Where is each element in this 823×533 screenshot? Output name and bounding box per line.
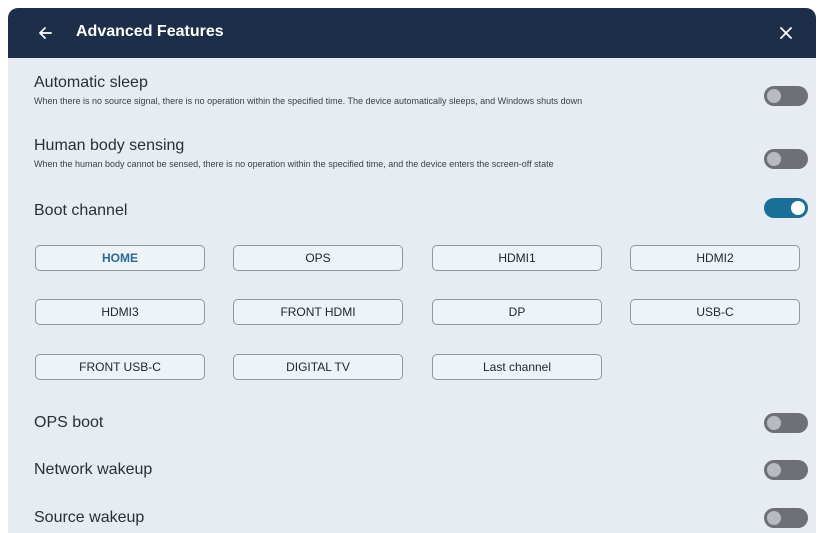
boot-channel-title: Boot channel (34, 202, 128, 219)
dialog-title: Advanced Features (76, 23, 224, 40)
toggle-knob (767, 511, 781, 525)
source-wakeup-title: Source wakeup (34, 509, 145, 526)
ops-boot-toggle[interactable] (764, 413, 808, 433)
boot-channel-toggle[interactable] (764, 198, 808, 218)
toggle-knob (767, 463, 781, 477)
channel-option-dp[interactable]: DP (432, 299, 602, 325)
automatic-sleep-title: Automatic sleep (34, 74, 148, 91)
human-body-sensing-title: Human body sensing (34, 137, 185, 154)
close-icon (780, 27, 792, 39)
channel-option-hdmi2[interactable]: HDMI2 (630, 245, 800, 271)
network-wakeup-toggle[interactable] (764, 460, 808, 480)
channel-option-front-usb-c[interactable]: FRONT USB-C (35, 354, 205, 380)
toggle-knob (767, 152, 781, 166)
channel-option-usb-c[interactable]: USB-C (630, 299, 800, 325)
arrow-left-icon (39, 27, 52, 39)
channel-option-ops[interactable]: OPS (233, 245, 403, 271)
back-button[interactable] (33, 21, 57, 45)
ops-boot-title: OPS boot (34, 414, 104, 431)
setting-network-wakeup: Network wakeup (8, 458, 816, 482)
channel-option-digital-tv[interactable]: DIGITAL TV (233, 354, 403, 380)
setting-automatic-sleep: Automatic sleep When there is no source … (8, 74, 816, 114)
automatic-sleep-toggle[interactable] (764, 86, 808, 106)
setting-human-body-sensing: Human body sensing When the human body c… (8, 137, 816, 177)
toggle-knob (767, 89, 781, 103)
channel-option-hdmi1[interactable]: HDMI1 (432, 245, 602, 271)
toggle-knob (767, 416, 781, 430)
close-button[interactable] (774, 21, 798, 45)
advanced-features-dialog: Advanced Features Automatic sleep When t… (8, 8, 816, 533)
human-body-sensing-toggle[interactable] (764, 149, 808, 169)
channel-option-home[interactable]: HOME (35, 245, 205, 271)
dialog-header: Advanced Features (8, 8, 816, 58)
source-wakeup-toggle[interactable] (764, 508, 808, 528)
setting-source-wakeup: Source wakeup (8, 506, 816, 530)
setting-boot-channel: Boot channel (8, 198, 816, 222)
channel-option-last-channel[interactable]: Last channel (432, 354, 602, 380)
network-wakeup-title: Network wakeup (34, 461, 153, 478)
setting-ops-boot: OPS boot (8, 411, 816, 435)
automatic-sleep-description: When there is no source signal, there is… (34, 96, 583, 106)
toggle-knob (791, 201, 805, 215)
channel-option-hdmi3[interactable]: HDMI3 (35, 299, 205, 325)
channel-option-front-hdmi[interactable]: FRONT HDMI (233, 299, 403, 325)
human-body-sensing-description: When the human body cannot be sensed, th… (34, 159, 554, 169)
